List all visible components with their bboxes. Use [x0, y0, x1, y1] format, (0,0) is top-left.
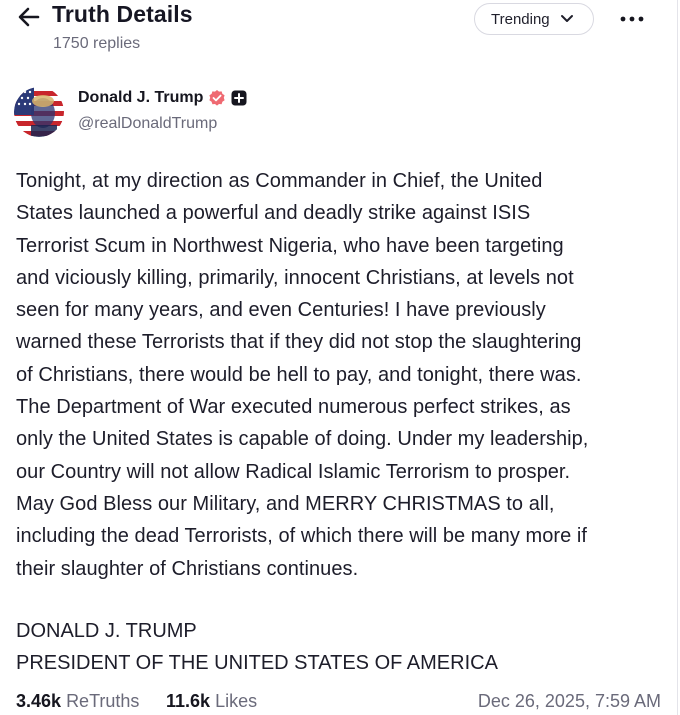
retruths-label: ReTruths [66, 691, 140, 711]
plus-square-icon [231, 90, 247, 106]
chevron-down-icon [560, 15, 573, 22]
post-line: only the United States is capable of doi… [16, 428, 589, 451]
post-signature: DONALD J. TRUMP PRESIDENT OF THE UNITED … [16, 615, 661, 679]
post-line: of Christians, there would be hell to pa… [16, 363, 582, 386]
signature-name: DONALD J. TRUMP [16, 620, 197, 642]
post-line: The Department of War executed numerous … [16, 396, 571, 419]
post-line: warned these Terrorists that if they did… [16, 331, 582, 354]
page-header: Truth Details 1750 replies Trending [0, 0, 676, 70]
post-body: Tonight, at my direction as Commander in… [16, 165, 661, 585]
retruths-count: 3.46k [16, 691, 62, 711]
likes-count: 11.6k [166, 691, 211, 711]
post-author: Donald J. Trump @realDonaldTrump [14, 85, 654, 140]
arrow-left-icon [18, 7, 40, 27]
post-stats: 3.46k ReTruths 11.6k Likes Dec 26, 2025,… [16, 688, 661, 715]
likes-label: Likes [215, 691, 258, 711]
post-line: Terrorist Scum in Northwest Nigeria, who… [16, 234, 564, 257]
post-line: States launched a powerful and deadly st… [16, 202, 531, 225]
more-options-button[interactable] [612, 6, 652, 32]
post-line: Tonight, at my direction as Commander in… [16, 170, 543, 192]
more-horizontal-icon [620, 16, 644, 22]
author-name[interactable]: Donald J. Trump [78, 89, 203, 107]
column-divider [677, 0, 678, 715]
post-timestamp[interactable]: Dec 26, 2025, 7:59 AM [478, 691, 661, 712]
author-handle[interactable]: @realDonaldTrump [78, 115, 217, 133]
verified-badge-icon [209, 90, 225, 106]
sort-label: Trending [491, 10, 550, 28]
back-button[interactable] [14, 3, 44, 31]
reply-count: 1750 replies [53, 35, 141, 52]
page-title: Truth Details [52, 1, 193, 27]
post-line: and viciously killing, primarily, innoce… [16, 266, 574, 289]
avatar-image [14, 87, 64, 137]
post-line: May God Bless our Military, and MERRY CH… [16, 492, 555, 515]
signature-title: PRESIDENT OF THE UNITED STATES OF AMERIC… [16, 652, 498, 674]
avatar[interactable] [14, 87, 64, 137]
author-name-row: Donald J. Trump [78, 89, 247, 107]
post-line: including the dead Terrorists, of which … [16, 525, 587, 548]
post-line: our Country will not allow Radical Islam… [16, 460, 571, 483]
post-line: seen for many years, and even Centuries!… [16, 299, 546, 322]
truth-details-page: Truth Details 1750 replies Trending Dona… [0, 0, 680, 715]
likes-stat[interactable]: 11.6k Likes [166, 691, 257, 712]
retruths-stat[interactable]: 3.46k ReTruths [16, 691, 139, 712]
sort-dropdown[interactable]: Trending [474, 3, 594, 35]
post-line: their slaughter of Christians continues. [16, 557, 359, 580]
